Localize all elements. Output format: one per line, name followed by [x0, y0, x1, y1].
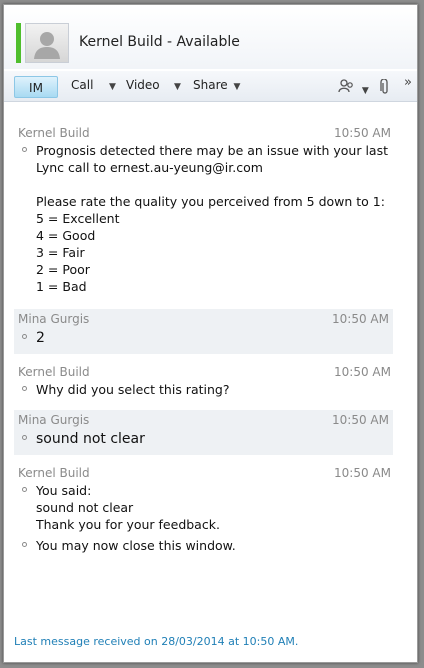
call-caret-icon: ▼	[109, 82, 116, 92]
timestamp: 10:50 AM	[332, 312, 389, 326]
avatar[interactable]	[25, 23, 69, 63]
message-line: Thank you for your feedback.	[36, 517, 220, 532]
message-line: 3 = Fair	[36, 245, 85, 260]
message-header: Kernel Build 10:50 AM	[18, 466, 403, 482]
bullet-icon	[22, 386, 27, 391]
share-button[interactable]: Share ▼	[193, 78, 240, 92]
message-line: sound not clear	[36, 431, 145, 447]
message-text: You said: sound not clear Thank you for …	[18, 482, 403, 533]
message-text: sound not clear	[18, 429, 389, 449]
message-group: Kernel Build 10:50 AM Prognosis detected…	[4, 123, 417, 301]
sender-name: Kernel Build	[18, 466, 90, 480]
conversation-window: Kernel Build - Available IM Call ▼ Video…	[3, 4, 418, 663]
message-group: Mina Gurgis 10:50 AM sound not clear	[14, 410, 393, 455]
bullet-icon	[22, 147, 27, 152]
bullet-icon	[22, 435, 27, 440]
presence-indicator	[16, 23, 21, 63]
message-text: Prognosis detected there may be an issue…	[18, 142, 403, 295]
sender-name: Kernel Build	[18, 126, 90, 140]
timestamp: 10:50 AM	[334, 126, 391, 140]
person-silhouette-icon	[34, 32, 60, 59]
sender-name: Mina Gurgis	[18, 413, 90, 427]
message-line: Please rate the quality you perceived fr…	[36, 194, 385, 209]
sender-name: Mina Gurgis	[18, 312, 90, 326]
message-text: 2	[18, 328, 389, 348]
last-message-status: Last message received on 28/03/2014 at 1…	[14, 635, 299, 648]
message-group: Mina Gurgis 10:50 AM 2	[14, 309, 393, 354]
video-button[interactable]: Video	[126, 78, 160, 92]
video-caret-icon: ▼	[174, 82, 181, 92]
people-options-caret-icon: ▼	[361, 86, 369, 96]
message-line: Lync call to ernest.au-yeung@ir.com	[36, 160, 263, 175]
im-button[interactable]: IM	[14, 76, 58, 98]
overflow-menu-button[interactable]: »	[404, 75, 412, 90]
bullet-icon	[22, 542, 27, 547]
conversation-history: Kernel Build 10:50 AM Prognosis detected…	[4, 123, 417, 560]
bullet-icon	[22, 334, 27, 339]
message-line: sound not clear	[36, 500, 134, 515]
message-line: You may now close this window.	[36, 538, 236, 553]
share-label: Share	[193, 78, 228, 92]
call-label: Call	[71, 78, 94, 92]
message-line: 1 = Bad	[36, 279, 87, 294]
video-label: Video	[126, 78, 160, 92]
message-line: Prognosis detected there may be an issue…	[36, 143, 389, 158]
sender-name: Kernel Build	[18, 365, 90, 379]
attach-button[interactable]	[380, 78, 390, 98]
people-options-icon	[338, 79, 353, 93]
paperclip-icon	[380, 78, 388, 94]
message-group: Kernel Build 10:50 AM Why did you select…	[4, 362, 417, 404]
video-dropdown[interactable]: ▼	[172, 78, 181, 92]
message-line: 5 = Excellent	[36, 211, 120, 226]
message-header: Mina Gurgis 10:50 AM	[18, 312, 389, 328]
conversation-toolbar: IM Call ▼ Video ▼ Share ▼ ▼ »	[4, 71, 417, 102]
message-line: 4 = Good	[36, 228, 96, 243]
contact-title: Kernel Build - Available	[79, 34, 240, 50]
bullet-icon	[22, 487, 27, 492]
timestamp: 10:50 AM	[334, 466, 391, 480]
message-header: Mina Gurgis 10:50 AM	[18, 413, 389, 429]
message-header: Kernel Build 10:50 AM	[18, 126, 403, 142]
people-options-button[interactable]: ▼	[338, 79, 369, 96]
message-header: Kernel Build 10:50 AM	[18, 365, 403, 381]
share-caret-icon: ▼	[233, 82, 241, 92]
message-line: You said:	[36, 483, 92, 498]
message-line: Why did you select this rating?	[36, 382, 230, 397]
timestamp: 10:50 AM	[332, 413, 389, 427]
message-line: 2	[36, 330, 45, 346]
call-button[interactable]: Call	[71, 78, 93, 92]
call-dropdown[interactable]: ▼	[107, 78, 116, 92]
message-text: You may now close this window.	[18, 537, 403, 554]
message-group: Kernel Build 10:50 AM You said: sound no…	[4, 463, 417, 560]
message-line: 2 = Poor	[36, 262, 90, 277]
message-text: Why did you select this rating?	[18, 381, 403, 398]
timestamp: 10:50 AM	[334, 365, 391, 379]
contact-header: Kernel Build - Available	[4, 5, 417, 69]
